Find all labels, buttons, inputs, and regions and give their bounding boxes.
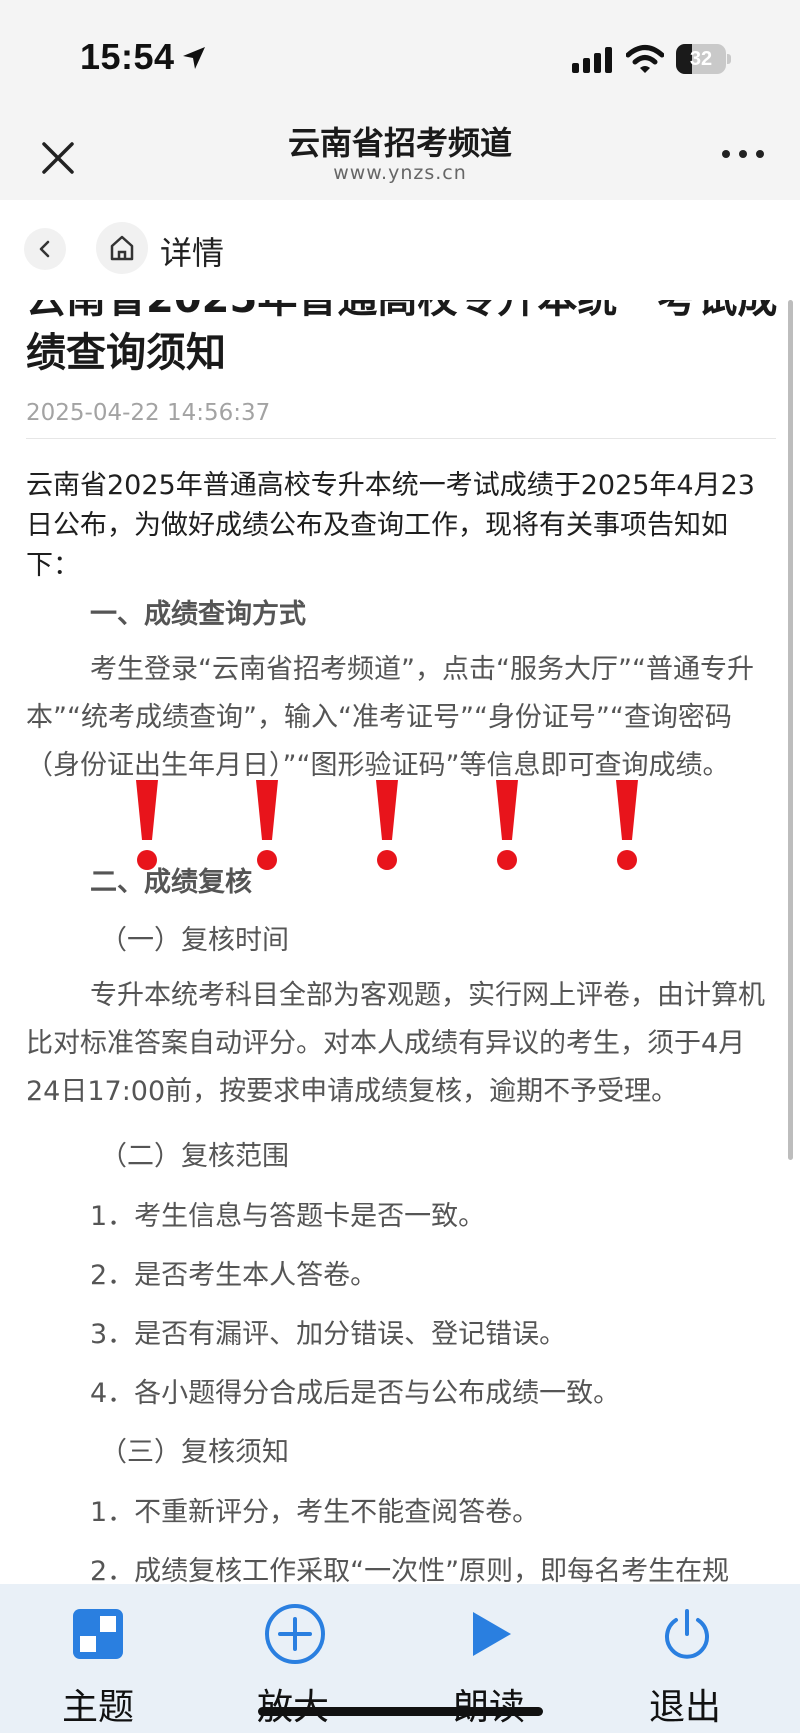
play-icon [473,1612,511,1656]
subsection-para-time: 专升本统考科目全部为客观题，实行网上评卷，由计算机比对标准答案自动评分。对本人成… [26,980,765,1107]
read-aloud-label: 朗读 [409,1678,569,1730]
nav-title: 云南省招考频道 [287,124,512,162]
back-button[interactable] [24,228,66,270]
section-heading-query: 一、成绩查询方式 [90,599,306,630]
subsection-heading-notice: （三）复核须知 [100,1437,289,1468]
status-bar: 15:54 32 [0,0,800,108]
nav-url: www.ynzs.cn [333,162,467,184]
zoom-in-label: 放大 [213,1678,373,1730]
scrollbar[interactable] [788,300,793,1160]
exit-label: 退出 [648,1687,721,1728]
exclamation-mark-icon [136,780,158,870]
more-icon[interactable] [718,142,768,166]
home-button[interactable] [96,222,148,274]
signal-icon [572,47,612,73]
status-time: 15:54 [80,36,175,77]
list-item: 2．是否考生本人答卷。 [90,1260,378,1291]
article-date: 2025-04-22 14:56:37 [26,400,271,426]
theme-icon [73,1609,123,1659]
section-para-query: 考生登录“云南省招考频道”，点击“服务大厅”“普通专升本”“统考成绩查询”，输入… [26,654,754,781]
back-chevron-icon [39,240,50,258]
divider [26,438,776,439]
exclamation-mark-icon [616,780,638,870]
article-title: 绩查询须知 [26,330,226,376]
theme-button[interactable]: 主题 [18,1584,178,1733]
zoom-in-icon [265,1604,325,1664]
exclamation-mark-icon [256,780,278,870]
home-indicator [258,1707,543,1716]
list-item: 3．是否有漏评、加分错误、登记错误。 [90,1319,567,1350]
wifi-icon [626,45,664,73]
list-item: 1．不重新评分，考生不能查阅答卷。 [90,1497,540,1528]
exit-button[interactable]: 退出 [605,1584,765,1733]
battery-percent: 32 [689,48,713,70]
power-icon [665,1609,709,1659]
list-item: 1．考生信息与答题卡是否一致。 [90,1201,486,1232]
nav-bar: 云南省招考频道 www.ynzs.cn [0,108,800,200]
subsection-heading-time: （一）复核时间 [100,925,289,956]
exclamation-mark-icon [376,780,398,870]
list-item: 4．各小题得分合成后是否与公布成绩一致。 [90,1378,621,1409]
theme-label: 主题 [61,1687,134,1728]
page-header: 详情 [0,200,800,300]
battery-icon: 32 [676,44,732,74]
list-item: 2．成绩复核工作采取“一次性”原则，即每名考生在规 [90,1556,730,1584]
exclamation-mark-icon [496,780,518,870]
subsection-heading-scope: （二）复核范围 [100,1141,289,1172]
home-icon [110,235,134,261]
battery-body: 32 [676,44,726,74]
battery-cap [727,54,731,64]
article-lead: 云南省2025年普通高校专升本统一考试成绩于2025年4月23日公布，为做好成绩… [26,470,755,581]
page-title: 详情 [160,234,225,272]
article-content[interactable]: 云南省2025年普通高校专升本统一考试成 绩查询须知 2025-04-22 14… [0,300,800,1584]
location-arrow-icon [183,47,205,69]
